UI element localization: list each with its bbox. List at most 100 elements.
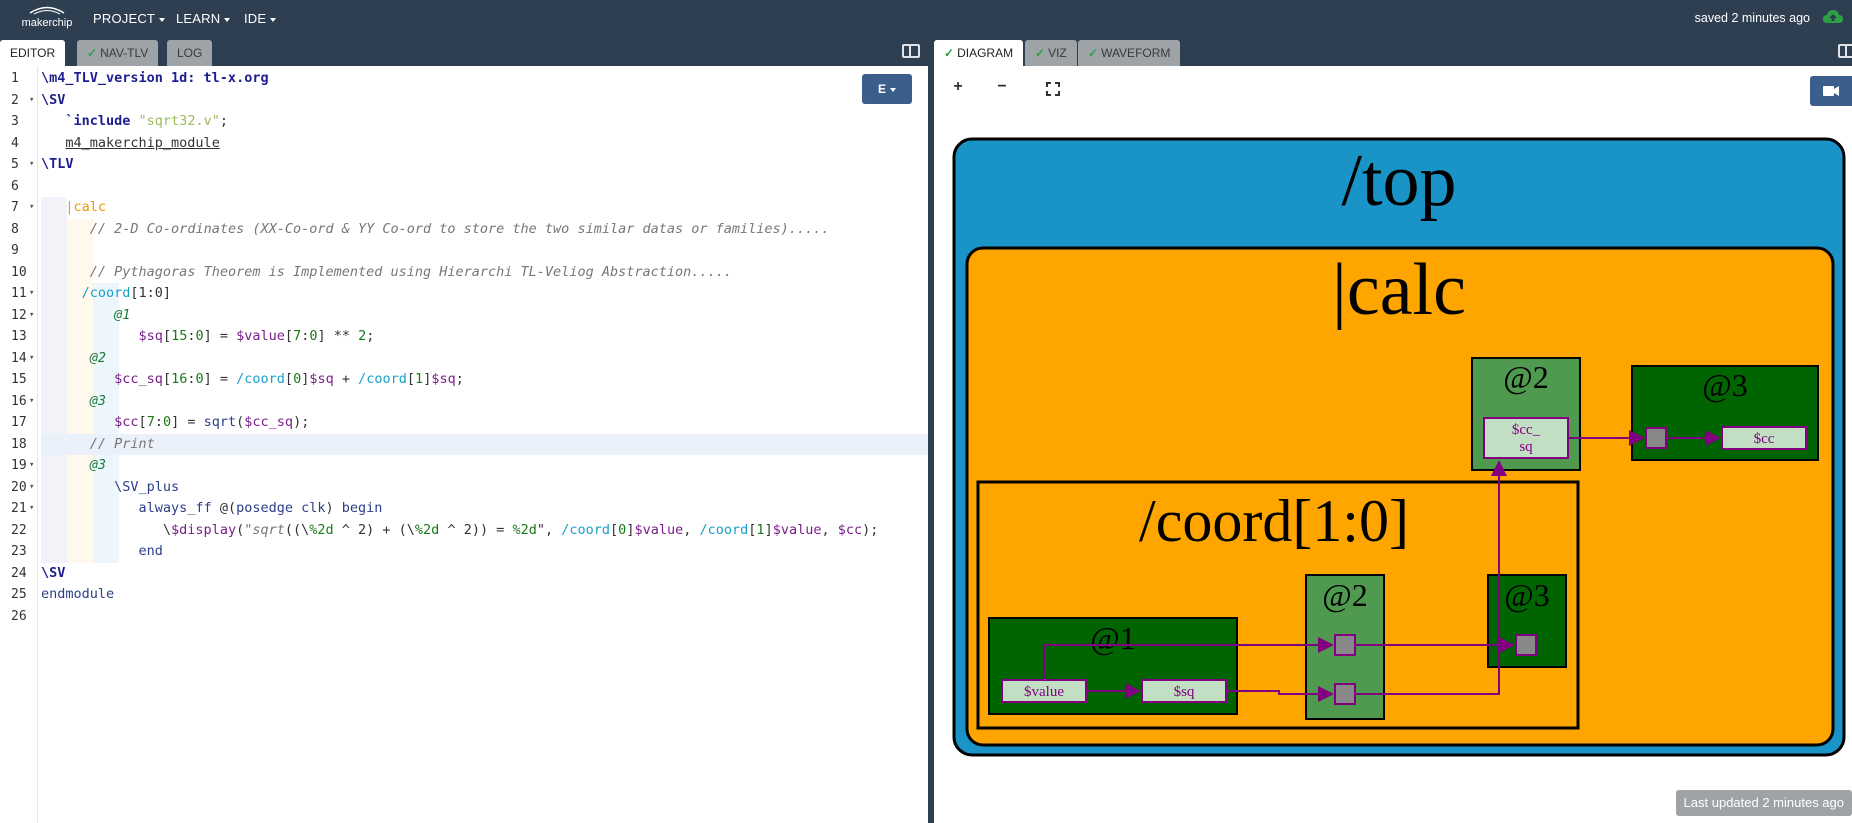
code-token: posedge clk xyxy=(236,500,326,516)
code-line[interactable]: \SV xyxy=(41,563,928,585)
code-line[interactable]: \SV_plus xyxy=(41,477,928,499)
code-token: $value xyxy=(236,328,285,344)
code-line[interactable]: $cc_sq[16:0] = /coord[0]$sq + /coord[1]$… xyxy=(41,369,928,391)
code-token: ^ 2) + (\ xyxy=(333,521,415,538)
code-line[interactable] xyxy=(41,606,928,628)
line-number: 25 xyxy=(0,584,38,606)
line-number-gutter: 1 2 ▾ 3 4 5 ▾ 6 7 ▾ 8 9 10 11 ▾ 12 ▾ 13 14 ▾ 15 16 ▾ 17 18 19 ▾ 20 ▾… xyxy=(0,66,38,823)
code-line[interactable]: @3 xyxy=(41,455,928,477)
code-editor[interactable]: 1 2 ▾ 3 4 5 ▾ 6 7 ▾ 8 9 10 11 ▾ 12 ▾ 13 14 ▾ 15 16 ▾ 17 18 19 ▾ 20 ▾… xyxy=(0,66,928,823)
line-number: 10 xyxy=(0,262,38,284)
code-token: [ xyxy=(610,521,619,538)
fold-toggle-icon[interactable]: ▾ xyxy=(29,154,34,176)
line-number-label: 22 xyxy=(11,522,27,538)
code-token: always_ff xyxy=(138,500,212,516)
line-number-label: 8 xyxy=(11,221,19,237)
code-area[interactable]: \m4_TLV_version 1d: tl-x.org \SV `include… xyxy=(41,66,928,823)
cloud-upload-icon[interactable] xyxy=(1822,8,1844,26)
save-status: saved 2 minutes ago xyxy=(1694,11,1810,25)
code-token: /coord xyxy=(236,371,285,387)
code-line[interactable]: // Pythagoras Theorem is Implemented usi… xyxy=(41,262,928,284)
fold-toggle-icon[interactable]: ▾ xyxy=(29,197,34,219)
line-number: 7 ▾ xyxy=(0,197,38,219)
chevron-down-icon xyxy=(159,17,166,22)
code-token: \SV xyxy=(41,91,66,108)
code-line[interactable]: always_ff @(posedge clk) begin xyxy=(41,498,928,520)
chevron-down-icon xyxy=(890,87,896,92)
line-number: 16 ▾ xyxy=(0,391,38,413)
code-line[interactable]: @3 xyxy=(41,391,928,413)
code-line[interactable]: `include "sqrt32.v"; xyxy=(41,111,928,133)
code-token: 15 xyxy=(171,328,188,344)
tab-diagram[interactable]: ✓ DIAGRAM xyxy=(934,40,1024,66)
line-number-label: 14 xyxy=(11,350,27,366)
code-line[interactable]: |calc xyxy=(41,197,928,219)
code-token: @3 xyxy=(89,457,107,473)
line-number-label: 4 xyxy=(11,135,19,151)
code-line[interactable]: $cc[7:0] = sqrt($cc_sq); xyxy=(41,412,928,434)
code-token: @2 xyxy=(89,349,107,366)
tab-editor[interactable]: EDITOR xyxy=(0,40,66,66)
fold-toggle-icon[interactable]: ▾ xyxy=(29,455,34,477)
code-line[interactable]: m4_makerchip_module xyxy=(41,133,928,155)
tab-waveform[interactable]: ✓ WAVEFORM xyxy=(1078,40,1181,66)
tab-nav-tlv[interactable]: ✓ NAV-TLV xyxy=(77,40,159,66)
code-line[interactable]: @2 xyxy=(41,348,928,370)
tab-log[interactable]: LOG xyxy=(167,40,213,66)
menu-project-label: PROJECT xyxy=(93,11,156,26)
fold-toggle-icon[interactable]: ▾ xyxy=(29,498,34,520)
code-token: /coord xyxy=(699,521,749,538)
fold-toggle-icon[interactable]: ▾ xyxy=(29,90,34,112)
tab-viz[interactable]: ✓ VIZ xyxy=(1025,40,1077,66)
menu-project[interactable]: PROJECT xyxy=(93,11,166,26)
fold-toggle-icon[interactable]: ▾ xyxy=(29,391,34,413)
code-line[interactable]: endmodule xyxy=(41,584,928,606)
pipeline-diagram: /top |calc @2 $cc_ sq @3 $cc /coord[1:0]… xyxy=(952,137,1846,757)
scope-top-label: /top xyxy=(1341,140,1456,222)
menu-ide[interactable]: IDE xyxy=(244,11,277,26)
editor-mode-button[interactable]: E xyxy=(862,74,912,104)
fold-toggle-icon[interactable]: ▾ xyxy=(29,305,34,327)
line-number-label: 18 xyxy=(11,436,27,452)
chevron-down-icon xyxy=(224,17,231,22)
code-token: + xyxy=(333,371,359,387)
panel-layout-icon[interactable] xyxy=(902,44,920,58)
code-line[interactable]: \SV xyxy=(41,90,928,112)
makerchip-logo[interactable]: makerchip xyxy=(18,4,76,32)
line-number: 26 xyxy=(0,606,38,628)
code-line[interactable] xyxy=(41,240,928,262)
code-line[interactable]: // Print xyxy=(41,433,928,455)
line-number-label: 2 xyxy=(11,92,19,108)
code-line[interactable]: \m4_TLV_version 1d: tl-x.org xyxy=(41,68,928,90)
line-number: 11 ▾ xyxy=(0,283,38,305)
line-number: 14 ▾ xyxy=(0,348,38,370)
line-number-label: 19 xyxy=(11,458,27,473)
code-token: 1 xyxy=(415,371,424,387)
fold-toggle-icon[interactable]: ▾ xyxy=(29,477,34,499)
code-line[interactable]: @1 xyxy=(41,305,928,327)
diagram-pane[interactable]: + − /top |calc @2 $cc_ sq @3 $cc /coord[… xyxy=(934,66,1852,823)
code-line[interactable]: $sq[15:0] = $value[7:0] ** 2; xyxy=(41,326,928,348)
code-line[interactable]: \TLV xyxy=(41,154,928,176)
code-line[interactable]: \$display("sqrt((\%2d ^ 2) + (\%2d ^ 2))… xyxy=(41,520,928,542)
code-token: \ xyxy=(41,521,172,538)
menu-learn[interactable]: LEARN xyxy=(176,11,231,26)
code-line[interactable] xyxy=(41,176,928,198)
code-line[interactable]: end xyxy=(41,541,928,563)
line-number-label: 7 xyxy=(11,200,19,215)
code-line[interactable]: // 2-D Co-ordinates (XX-Co-ord & YY Co-o… xyxy=(41,219,928,241)
code-token: @1 xyxy=(114,306,131,323)
panel-layout-icon[interactable] xyxy=(1838,44,1852,58)
code-token: ); xyxy=(862,521,879,538)
code-line[interactable]: /coord[1:0] xyxy=(41,283,928,305)
fold-toggle-icon[interactable]: ▾ xyxy=(29,348,34,370)
fold-toggle-icon[interactable]: ▾ xyxy=(29,283,34,305)
code-token: begin xyxy=(341,500,383,516)
code-token: 0 xyxy=(195,371,204,387)
